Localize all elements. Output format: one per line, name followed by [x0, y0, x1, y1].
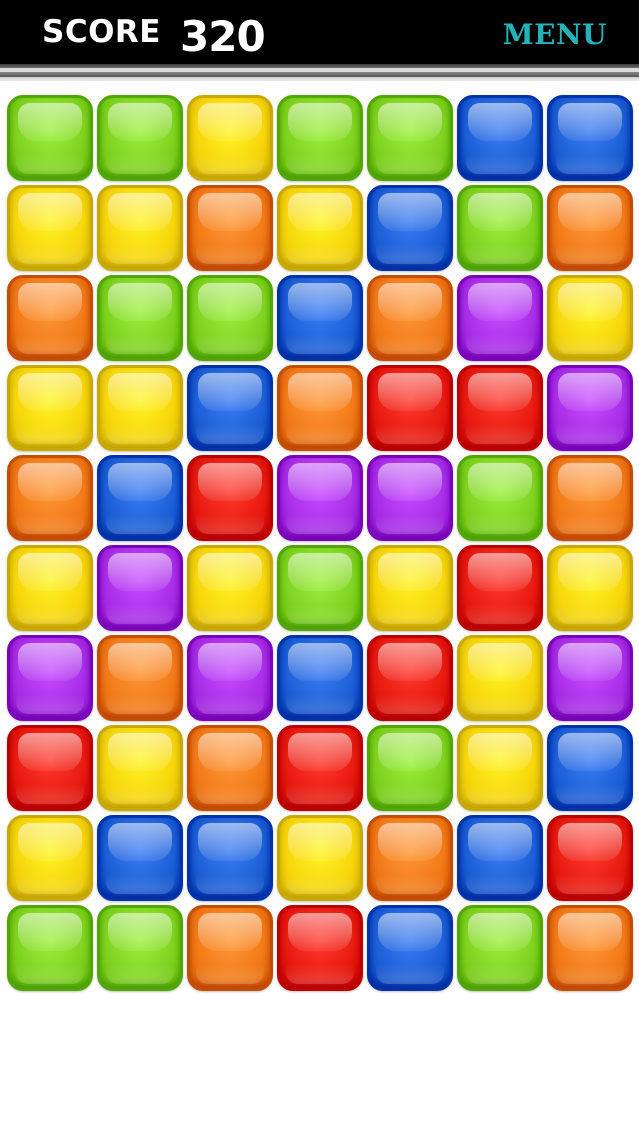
tile-green[interactable]: [97, 95, 183, 181]
tile-green[interactable]: [367, 95, 453, 181]
tile-purple[interactable]: [547, 635, 633, 721]
tile-yellow[interactable]: [97, 365, 183, 451]
tile-green[interactable]: [97, 275, 183, 361]
score-label: SCORE: [42, 14, 161, 50]
game-board: [7, 95, 634, 995]
tile-yellow[interactable]: [7, 185, 93, 271]
tile-red[interactable]: [7, 725, 93, 811]
tile-red[interactable]: [277, 905, 363, 991]
tile-blue[interactable]: [457, 815, 543, 901]
tile-yellow[interactable]: [97, 185, 183, 271]
tile-orange[interactable]: [367, 275, 453, 361]
tile-blue[interactable]: [277, 275, 363, 361]
tile-blue[interactable]: [277, 635, 363, 721]
tile-red[interactable]: [367, 635, 453, 721]
tile-purple[interactable]: [277, 455, 363, 541]
tile-orange[interactable]: [547, 185, 633, 271]
tile-orange[interactable]: [187, 905, 273, 991]
tile-green[interactable]: [457, 185, 543, 271]
tile-orange[interactable]: [187, 725, 273, 811]
score-value: 320: [180, 12, 266, 61]
tile-yellow[interactable]: [457, 635, 543, 721]
tile-yellow[interactable]: [97, 725, 183, 811]
tile-green[interactable]: [277, 95, 363, 181]
tile-purple[interactable]: [457, 275, 543, 361]
tile-orange[interactable]: [7, 455, 93, 541]
tile-purple[interactable]: [187, 635, 273, 721]
tile-orange[interactable]: [187, 185, 273, 271]
tile-blue[interactable]: [187, 365, 273, 451]
tile-yellow[interactable]: [367, 545, 453, 631]
tile-green[interactable]: [277, 545, 363, 631]
tile-orange[interactable]: [367, 815, 453, 901]
tile-orange[interactable]: [547, 905, 633, 991]
tile-yellow[interactable]: [277, 815, 363, 901]
tile-purple[interactable]: [547, 365, 633, 451]
tile-yellow[interactable]: [7, 815, 93, 901]
tile-blue[interactable]: [547, 725, 633, 811]
tile-yellow[interactable]: [7, 365, 93, 451]
tile-red[interactable]: [277, 725, 363, 811]
tile-green[interactable]: [7, 905, 93, 991]
tile-yellow[interactable]: [277, 185, 363, 271]
tile-green[interactable]: [187, 275, 273, 361]
tile-green[interactable]: [457, 905, 543, 991]
menu-button[interactable]: MENU: [503, 18, 607, 51]
tile-purple[interactable]: [367, 455, 453, 541]
tile-blue[interactable]: [187, 815, 273, 901]
tile-orange[interactable]: [277, 365, 363, 451]
tile-yellow[interactable]: [187, 95, 273, 181]
tile-orange[interactable]: [7, 275, 93, 361]
header-rail: [0, 77, 639, 81]
tile-purple[interactable]: [7, 635, 93, 721]
tile-red[interactable]: [367, 365, 453, 451]
tile-blue[interactable]: [457, 95, 543, 181]
tile-blue[interactable]: [97, 815, 183, 901]
tile-red[interactable]: [187, 455, 273, 541]
tile-blue[interactable]: [367, 185, 453, 271]
tile-green[interactable]: [7, 95, 93, 181]
tile-yellow[interactable]: [547, 545, 633, 631]
tile-blue[interactable]: [97, 455, 183, 541]
tile-orange[interactable]: [97, 635, 183, 721]
tile-red[interactable]: [547, 815, 633, 901]
tile-green[interactable]: [97, 905, 183, 991]
top-bar: SCORE 320 MENU: [0, 0, 639, 64]
tile-red[interactable]: [457, 365, 543, 451]
tile-blue[interactable]: [547, 95, 633, 181]
tile-yellow[interactable]: [547, 275, 633, 361]
tile-blue[interactable]: [367, 905, 453, 991]
tile-yellow[interactable]: [457, 725, 543, 811]
tile-orange[interactable]: [547, 455, 633, 541]
tile-purple[interactable]: [97, 545, 183, 631]
tile-red[interactable]: [457, 545, 543, 631]
tile-yellow[interactable]: [187, 545, 273, 631]
tile-green[interactable]: [367, 725, 453, 811]
tile-green[interactable]: [457, 455, 543, 541]
tile-yellow[interactable]: [7, 545, 93, 631]
